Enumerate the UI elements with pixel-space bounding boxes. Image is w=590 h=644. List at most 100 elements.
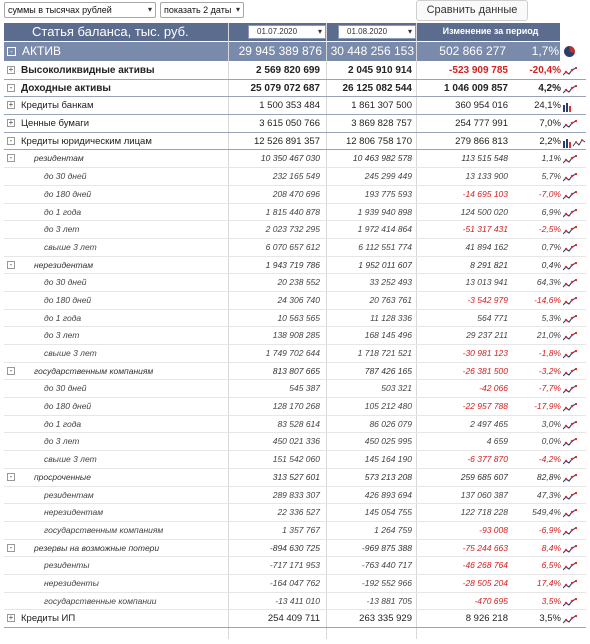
- trend-chart-icon[interactable]: [562, 614, 578, 631]
- value-date2: -969 875 388: [361, 542, 412, 553]
- expand-toggle-icon[interactable]: +: [7, 66, 15, 74]
- table-row[interactable]: резидентам 289 833 307 426 893 694 137 060 …: [4, 487, 586, 505]
- table-header: Статья баланса, тыс. руб. 01.07.2020 ▾ 0…: [4, 23, 560, 41]
- change-percent: -1,8%: [538, 348, 561, 358]
- row-label: до 1 года: [44, 418, 82, 429]
- change-value: 113 515 548: [461, 153, 508, 164]
- table-row[interactable]: - Кредиты юридическим лицам 12 526 891 357…: [4, 133, 586, 151]
- table-row[interactable]: - Доходные активы 25 079 072 687 26 125 082…: [4, 80, 586, 98]
- table-row[interactable]: - просроченные 313 527 601 573 213 208 259 6…: [4, 469, 586, 487]
- row-label: до 3 лет: [44, 330, 80, 341]
- table-row[interactable]: - резидентам 10 350 467 030 10 463 982 578 1…: [4, 150, 586, 169]
- table-row[interactable]: + Кредиты ИП 254 409 711 263 335 929 8 926 2…: [4, 610, 586, 628]
- change-percent: 64,3%: [536, 277, 561, 288]
- table-row[interactable]: до 3 лет 138 908 285 168 145 496 29 237 211…: [4, 327, 586, 345]
- value-date2: 20 763 761: [369, 294, 412, 305]
- table-row[interactable]: до 3 лет 2 023 732 295 1 972 414 864 -51 31…: [4, 221, 586, 239]
- table-row[interactable]: до 30 дней 20 238 552 33 252 493 13 013 941…: [4, 274, 586, 292]
- table-row[interactable]: до 30 дней 545 387 503 321 -42 066 -7,7%: [4, 380, 586, 399]
- table-row[interactable]: нерезидентам 22 336 527 145 054 755 122 718…: [4, 504, 586, 522]
- table-row[interactable]: - государственным компаниям 813 807 665 787…: [4, 363, 586, 381]
- value-date1: 545 387: [289, 383, 320, 394]
- table-row[interactable]: - нерезидентам 1 943 719 786 1 952 011 607 8…: [4, 257, 586, 275]
- change-value: 8 926 218: [465, 613, 508, 625]
- collapse-toggle-icon[interactable]: -: [7, 83, 15, 92]
- collapse-toggle-icon[interactable]: -: [7, 260, 15, 269]
- row-label: Кредиты юридическим лицам: [21, 135, 152, 147]
- table-row[interactable]: свыше 3 лет 6 070 657 612 6 112 551 774 41 …: [4, 239, 586, 257]
- change-column-header: Изменение за период: [442, 26, 539, 36]
- value-date2: 2 045 910 914: [348, 65, 412, 76]
- change-percent: 2,2%: [539, 135, 561, 147]
- change-percent: 4,2%: [538, 82, 561, 94]
- table-row[interactable]: свыше 3 лет 151 542 060 145 164 190 -6 377 …: [4, 451, 586, 469]
- collapse-toggle-icon[interactable]: -: [7, 543, 15, 552]
- change-percent: 1,1%: [541, 153, 561, 164]
- table-row[interactable]: государственные компании -13 411 010 -13 8…: [4, 593, 586, 611]
- chevron-down-icon: ▾: [407, 27, 412, 36]
- change-percent: 47,3%: [536, 489, 561, 500]
- table-row[interactable]: до 180 дней 24 306 740 20 763 761 -3 542 97…: [4, 292, 586, 310]
- table-row[interactable]: + Высоколиквидные активы 2 569 820 699 2 04…: [4, 62, 586, 80]
- table-row[interactable]: резиденты -717 171 953 -763 440 717 -46 268…: [4, 557, 586, 575]
- table-row[interactable]: + Ценные бумаги 3 615 050 766 3 869 828 757…: [4, 115, 586, 133]
- value-date1: 1 500 353 484: [259, 100, 320, 112]
- value-date1: 2 569 820 699: [256, 65, 320, 76]
- change-percent: 6,9%: [541, 206, 561, 217]
- change-value: 13 133 900: [465, 171, 508, 182]
- expand-toggle-icon[interactable]: +: [7, 101, 15, 110]
- units-select-value: суммы в тысячах рублей: [8, 5, 112, 15]
- table-row[interactable]: до 30 дней 232 165 549 245 299 449 13 133 9…: [4, 168, 586, 186]
- table-row[interactable]: до 180 дней 208 470 696 193 775 593 -14 695…: [4, 186, 586, 204]
- change-percent: 3,5%: [541, 595, 561, 606]
- collapse-toggle-icon[interactable]: -: [7, 366, 15, 375]
- date1-select[interactable]: 01.07.2020 ▾: [248, 25, 326, 39]
- table-row[interactable]: до 1 года 83 528 614 86 026 079 2 497 465 3,…: [4, 416, 586, 434]
- change-value: 502 866 277: [439, 44, 506, 58]
- collapse-toggle-icon[interactable]: -: [7, 472, 15, 481]
- change-value: 259 685 607: [460, 471, 508, 482]
- row-label: резиденты: [44, 560, 90, 571]
- value-date1: 10 563 565: [277, 312, 320, 323]
- change-percent: -3,2%: [538, 365, 561, 376]
- collapse-toggle-icon[interactable]: -: [7, 154, 15, 163]
- aktiv-total-row[interactable]: - АКТИВ 29 945 389 876 30 448 256 153 50…: [4, 42, 560, 61]
- row-label: резервы на возможные потери: [34, 542, 160, 553]
- value-date1: 1 749 702 644: [265, 348, 320, 358]
- change-percent: 3,0%: [541, 418, 561, 429]
- table-row[interactable]: до 180 дней 128 170 268 105 212 480 -22 957…: [4, 398, 586, 416]
- table-row[interactable]: нерезиденты -164 047 762 -192 552 966 -28 5…: [4, 575, 586, 593]
- value-date1: 254 409 711: [267, 613, 320, 625]
- table-row[interactable]: до 1 года 1 815 440 878 1 939 940 898 124 5…: [4, 204, 586, 222]
- row-label: до 1 года: [44, 206, 82, 217]
- table-row[interactable]: - резервы на возможные потери -894 630 725…: [4, 540, 586, 558]
- table-row[interactable]: государственным компаниям 1 357 767 1 264 …: [4, 522, 586, 540]
- table-row[interactable]: + Кредиты банкам 1 500 353 484 1 861 307 50…: [4, 97, 586, 116]
- change-percent: -2,5%: [538, 224, 561, 235]
- value-date1: 313 527 601: [272, 471, 320, 482]
- value-date2: -13 881 705: [366, 595, 412, 606]
- compare-button[interactable]: Сравнить данные: [416, 0, 528, 21]
- dates-select-value: показать 2 даты: [164, 5, 232, 15]
- expand-toggle-icon[interactable]: +: [7, 119, 15, 128]
- collapse-toggle-icon[interactable]: -: [7, 47, 16, 56]
- table-row[interactable]: до 1 года 10 563 565 11 128 336 564 771 5,3%: [4, 310, 586, 328]
- date2-select[interactable]: 01.08.2020 ▾: [338, 25, 416, 39]
- change-value: 279 866 813: [455, 135, 508, 147]
- change-value: 1 046 009 857: [444, 82, 508, 94]
- pie-chart-icon[interactable]: [564, 46, 575, 57]
- row-label: нерезиденты: [44, 577, 99, 588]
- value-date2: 12 806 758 170: [345, 135, 412, 147]
- expand-toggle-icon[interactable]: +: [7, 614, 15, 623]
- table-row[interactable]: свыше 3 лет 1 749 702 644 1 718 721 521 -30…: [4, 345, 586, 363]
- change-value: 254 777 991: [455, 118, 508, 130]
- table-row[interactable]: до 3 лет 450 021 336 450 025 995 4 659 0,0%: [4, 433, 586, 452]
- row-label: до 3 лет: [44, 224, 80, 235]
- dates-select[interactable]: показать 2 даты ▾: [160, 2, 244, 18]
- value-date2: 1 861 307 500: [351, 100, 412, 112]
- row-label: свыше 3 лет: [44, 454, 97, 465]
- units-select[interactable]: суммы в тысячах рублей ▾: [4, 2, 156, 18]
- change-percent: 0,4%: [541, 259, 561, 270]
- collapse-toggle-icon[interactable]: -: [7, 136, 15, 145]
- change-value: -30 981 123: [462, 348, 508, 358]
